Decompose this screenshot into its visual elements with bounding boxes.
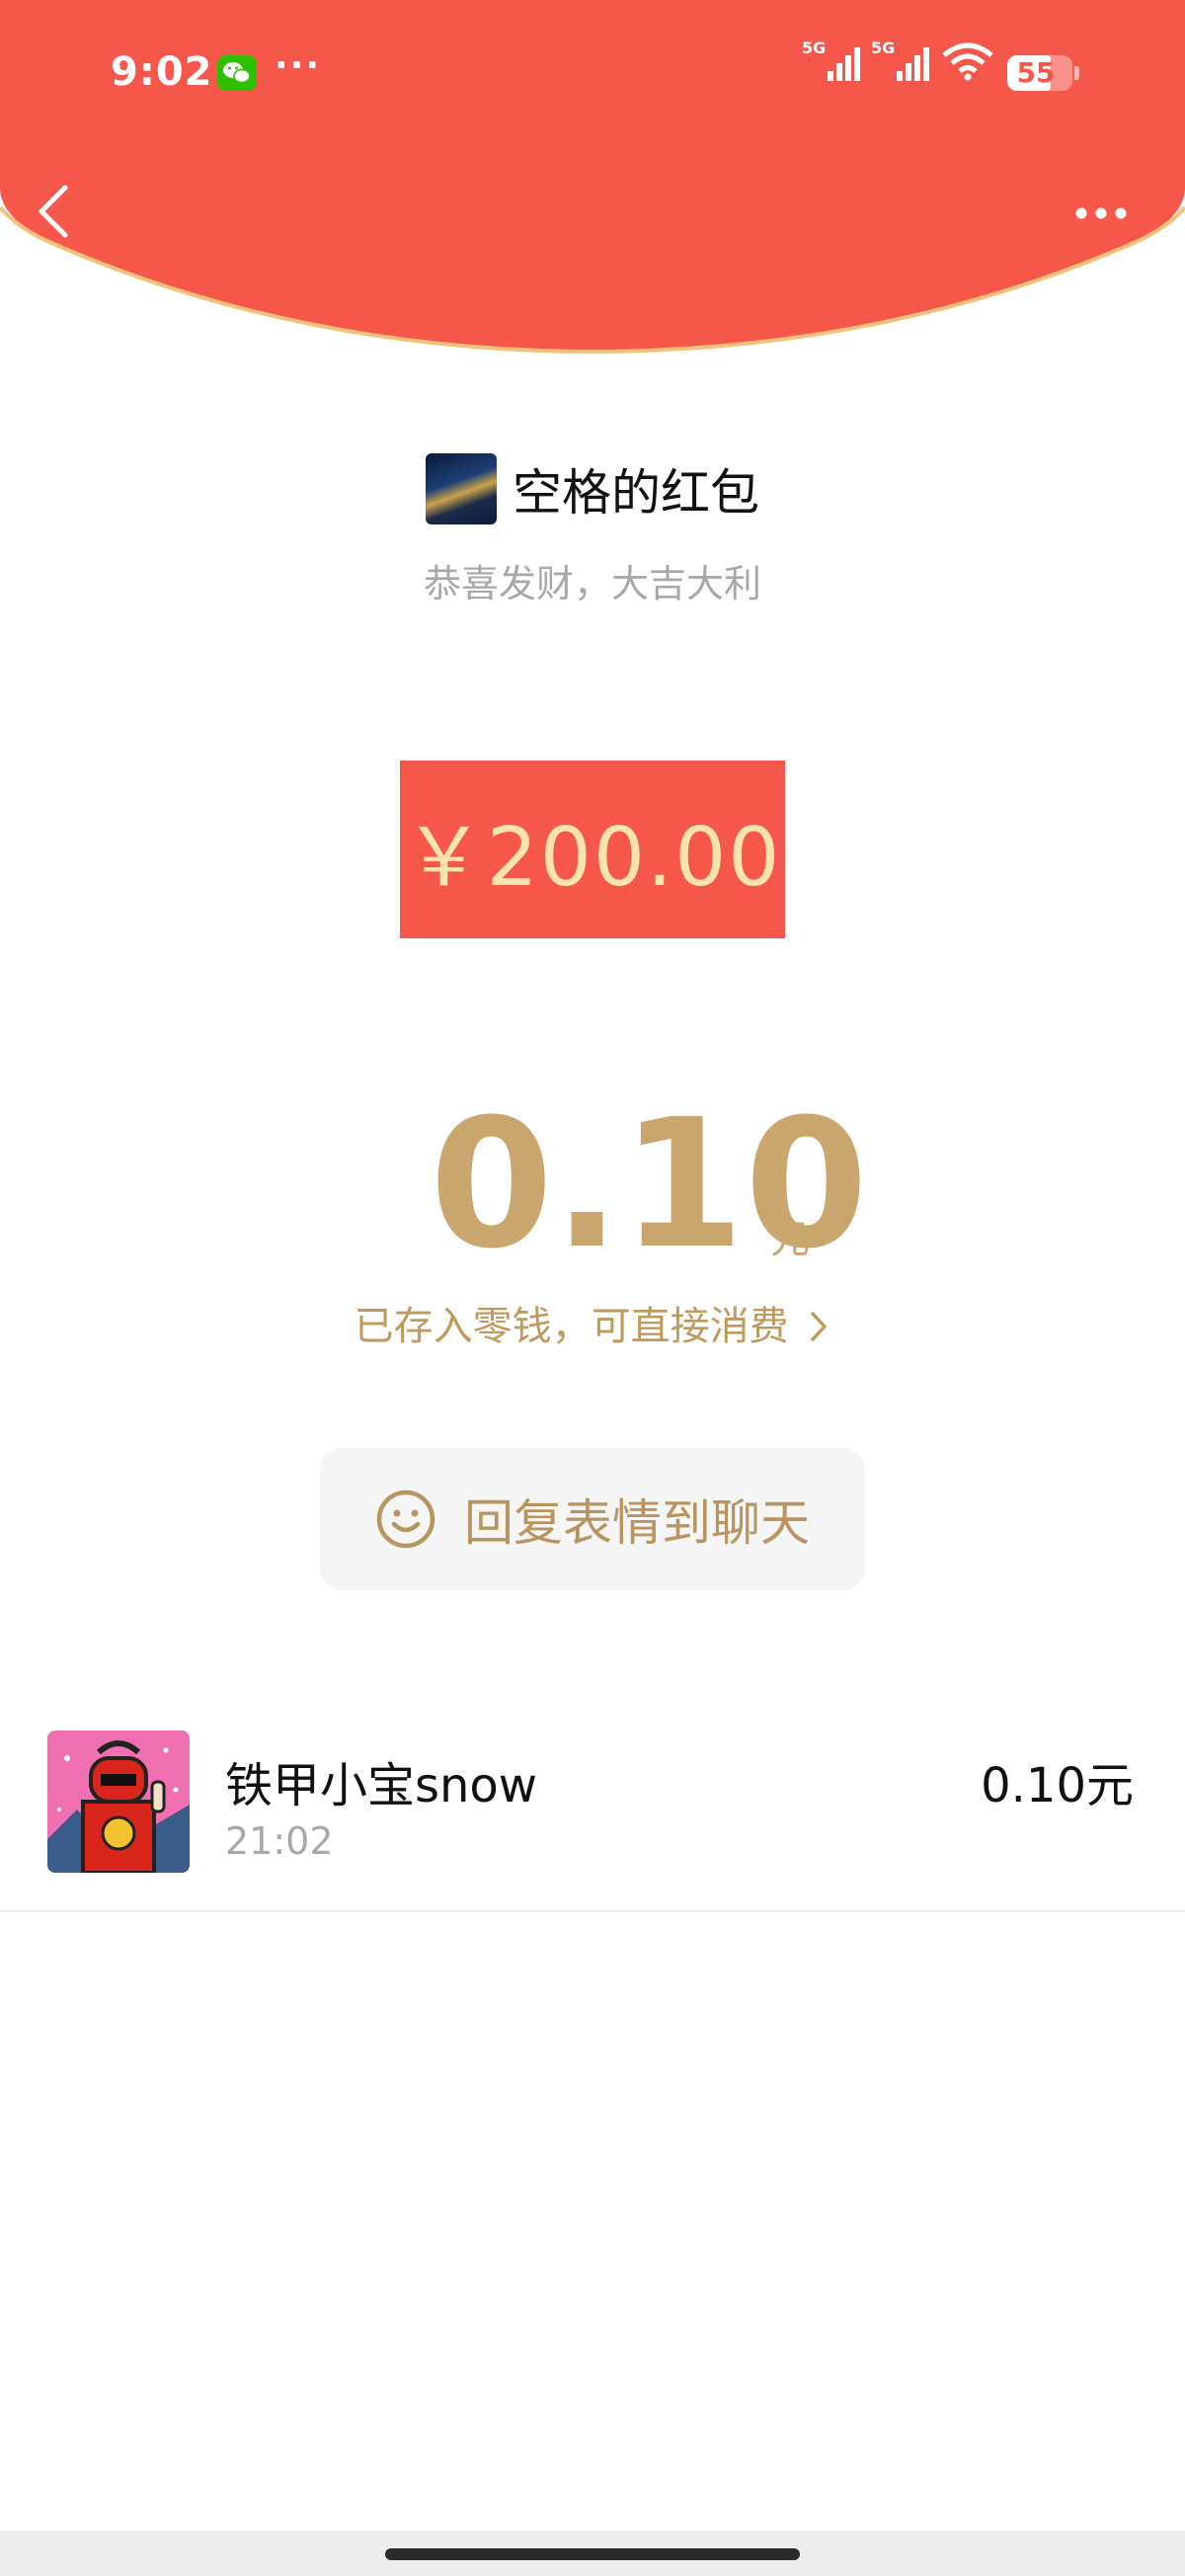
receiver-amount: 0.10元	[981, 1758, 1134, 1813]
stored-note-text: 已存入零钱，可直接消费	[354, 1304, 789, 1349]
reply-sticker-button[interactable]: 回复表情到聊天	[320, 1448, 865, 1590]
signal-5g-icon-2: 5G	[871, 40, 929, 81]
status-bar: 9:02 ··· 5G 5G 55	[0, 40, 1185, 109]
home-indicator[interactable]	[385, 2548, 800, 2560]
receiver-name: 铁甲小宝snow	[225, 1758, 538, 1813]
wechat-icon	[217, 55, 257, 91]
wifi-icon	[942, 42, 993, 81]
battery-icon: 55	[1007, 55, 1079, 91]
network-label-2: 5G	[871, 40, 895, 57]
battery-level: 55	[1016, 56, 1056, 89]
total-amount: ￥200.00	[403, 810, 782, 905]
signal-5g-icon-1: 5G	[802, 40, 860, 81]
back-button[interactable]	[34, 182, 77, 241]
receiver-avatar	[47, 1731, 190, 1873]
total-amount-tag: ￥200.00	[400, 761, 785, 938]
receiver-row[interactable]: 铁甲小宝snow 21:02 0.10元	[0, 1731, 1185, 1912]
reply-button-label: 回复表情到聊天	[464, 1494, 810, 1552]
stored-in-balance-link[interactable]: 已存入零钱，可直接消费	[0, 1294, 1185, 1351]
red-packet-title: 空格的红包	[513, 464, 759, 522]
received-unit: 元	[770, 1217, 810, 1262]
blessing-text: 恭喜发财，大吉大利	[423, 562, 761, 605]
sender-row: 空格的红包	[0, 449, 1185, 528]
more-horizontal-icon	[1075, 207, 1127, 219]
notification-overflow-dots: ···	[275, 45, 322, 86]
received-amount-block: 0.10 元	[0, 1096, 1185, 1274]
chevron-right-icon	[811, 1312, 828, 1341]
more-menu-button[interactable]	[1071, 194, 1131, 233]
red-packet-header: 9:02 ··· 5G 5G 55	[0, 0, 1185, 356]
smile-icon	[376, 1489, 435, 1549]
sender-avatar	[426, 453, 497, 524]
receiver-time: 21:02	[225, 1819, 334, 1863]
chevron-left-icon	[39, 185, 68, 238]
network-label-1: 5G	[802, 40, 826, 57]
status-time: 9:02	[111, 49, 213, 95]
